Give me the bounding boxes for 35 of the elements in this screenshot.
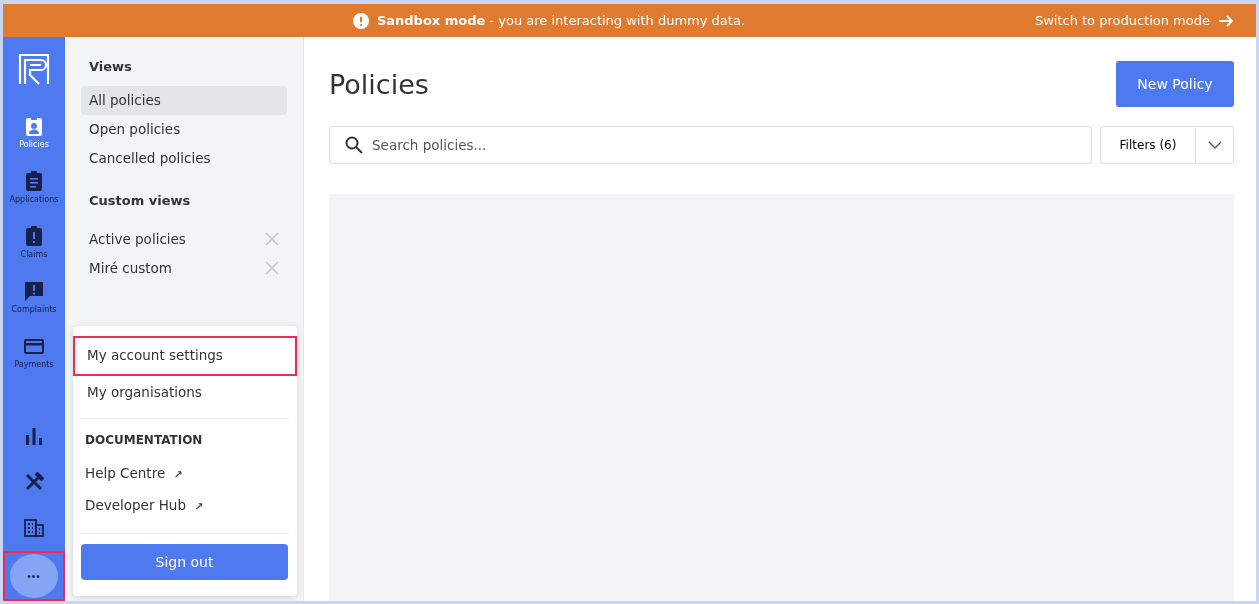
- nav-item[interactable]: Applications: [9, 170, 59, 225]
- view-item[interactable]: Active policies: [85, 228, 190, 249]
- menu-link[interactable]: Developer Hub ↗: [73, 491, 297, 523]
- nav-item[interactable]: Payments: [14, 335, 54, 390]
- menu-item[interactable]: My organisations: [73, 373, 297, 411]
- section-heading: DOCUMENTATION: [84, 432, 204, 449]
- new-policy-button[interactable]: New Policy: [1116, 61, 1234, 107]
- section-heading: Custom views: [89, 193, 192, 208]
- bar-chart-icon[interactable]: [24, 427, 44, 445]
- alert-badge-icon: [23, 225, 45, 247]
- alert-icon: [352, 12, 369, 29]
- clipboard-icon: [23, 170, 45, 192]
- logo-icon: [18, 53, 50, 85]
- nav-item[interactable]: Claims: [20, 225, 48, 280]
- filters-button[interactable]: Filters (6): [1100, 126, 1196, 164]
- search-field[interactable]: Search policies...: [329, 126, 1092, 164]
- nav-item[interactable]: Complaints: [11, 280, 57, 335]
- arrow-icon: [1218, 14, 1234, 27]
- tools-icon[interactable]: [24, 472, 44, 492]
- chat-alert-icon: [23, 280, 45, 302]
- chevron-down-icon: [1207, 141, 1222, 149]
- page-title: Policies: [329, 68, 429, 100]
- view-item[interactable]: Miré custom: [85, 257, 176, 278]
- banner-message: Sandbox mode - you are interacting with dummy data.: [376, 13, 745, 28]
- building-icon[interactable]: [24, 519, 44, 537]
- more-button[interactable]: •••: [10, 554, 58, 598]
- view-item[interactable]: Open policies: [81, 115, 287, 144]
- view-item[interactable]: Cancelled policies: [81, 144, 287, 173]
- nav-item[interactable]: Policies: [19, 115, 49, 170]
- menu-item[interactable]: My account settings: [73, 336, 297, 376]
- menu-link[interactable]: Help Centre ↗: [73, 459, 297, 491]
- id-badge-icon: [23, 115, 45, 137]
- section-heading: Views: [89, 59, 133, 74]
- view-item[interactable]: All policies: [81, 86, 287, 115]
- sign-out-button[interactable]: Sign out: [81, 544, 288, 580]
